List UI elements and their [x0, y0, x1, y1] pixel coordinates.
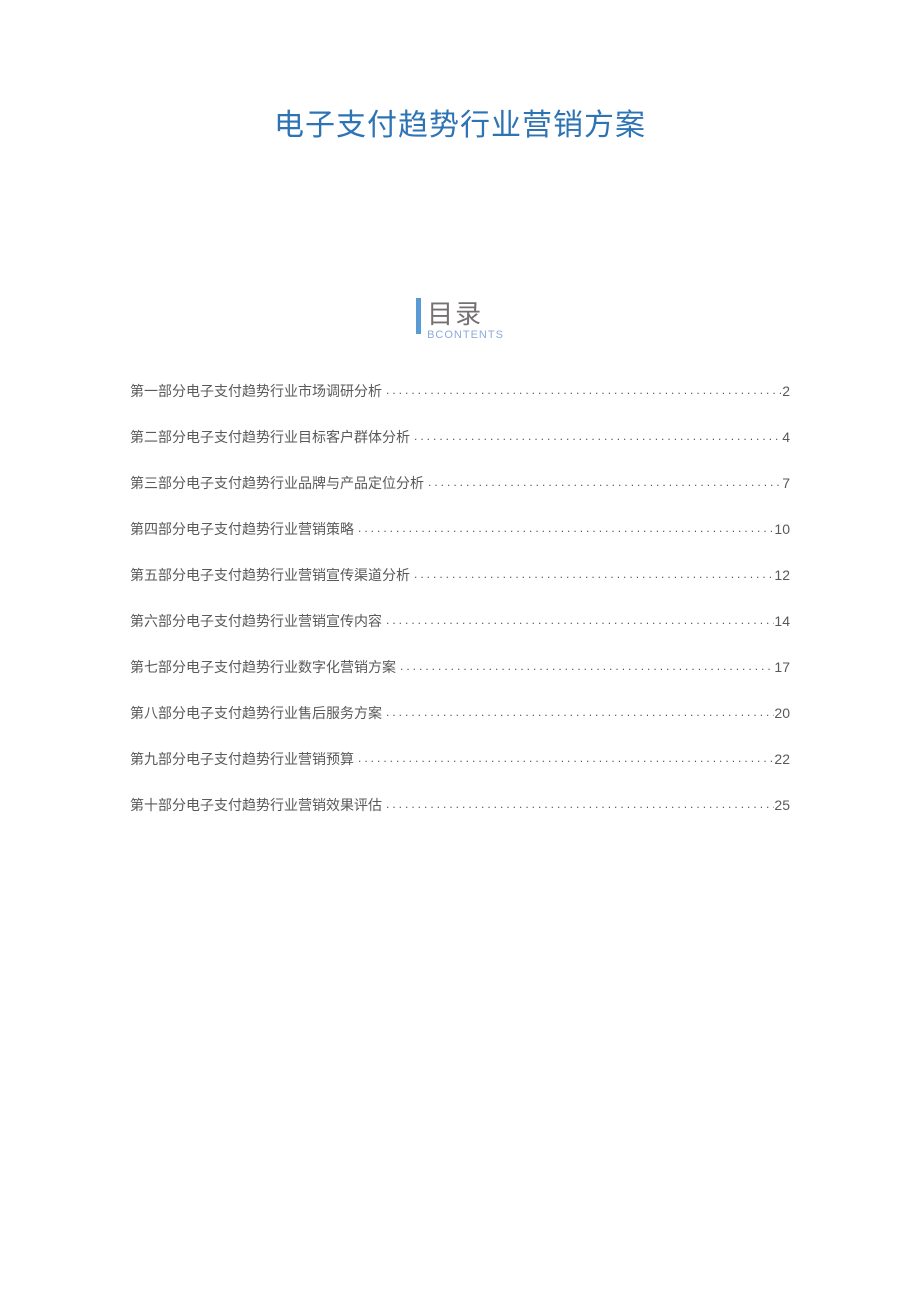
toc-item-text: 第八部分电子支付趋势行业售后服务方案: [130, 703, 382, 723]
document-title: 电子支付趋势行业营销方案: [130, 100, 790, 144]
toc-item[interactable]: 第八部分电子支付趋势行业售后服务方案 .....................…: [130, 703, 790, 723]
toc-sublabel: BCONTENTS: [427, 329, 504, 341]
toc-item[interactable]: 第四部分电子支付趋势行业营销策略 .......................…: [130, 519, 790, 539]
toc-header-inner: 目录 BCONTENTS: [416, 294, 504, 341]
toc-item-text: 第三部分电子支付趋势行业品牌与产品定位分析: [130, 473, 424, 493]
toc-list: 第一部分电子支付趋势行业市场调研分析 .....................…: [130, 381, 790, 815]
toc-item[interactable]: 第二部分电子支付趋势行业目标客户群体分析 ...................…: [130, 427, 790, 447]
toc-item-leader: ........................................…: [382, 613, 774, 627]
toc-accent-bar: [416, 298, 421, 334]
toc-item[interactable]: 第九部分电子支付趋势行业营销预算 .......................…: [130, 749, 790, 769]
toc-item-text: 第一部分电子支付趋势行业市场调研分析: [130, 381, 382, 401]
toc-item-leader: ........................................…: [354, 521, 774, 535]
toc-item-page: 2: [782, 383, 790, 399]
toc-item-leader: ........................................…: [424, 475, 782, 489]
toc-item-text: 第六部分电子支付趋势行业营销宣传内容: [130, 611, 382, 631]
toc-label-wrap: 目录 BCONTENTS: [427, 294, 504, 341]
toc-item-text: 第二部分电子支付趋势行业目标客户群体分析: [130, 427, 410, 447]
toc-item-page: 10: [774, 521, 790, 537]
toc-item[interactable]: 第三部分电子支付趋势行业品牌与产品定位分析 ..................…: [130, 473, 790, 493]
toc-label: 目录: [427, 294, 483, 331]
toc-item-leader: ........................................…: [382, 383, 782, 397]
toc-item-page: 22: [774, 751, 790, 767]
toc-item-leader: ........................................…: [410, 567, 774, 581]
toc-item-leader: ........................................…: [382, 797, 774, 811]
toc-item[interactable]: 第十部分电子支付趋势行业营销效果评估 .....................…: [130, 795, 790, 815]
toc-item-leader: ........................................…: [382, 705, 774, 719]
toc-item-text: 第十部分电子支付趋势行业营销效果评估: [130, 795, 382, 815]
toc-item-leader: ........................................…: [354, 751, 774, 765]
toc-item-page: 20: [774, 705, 790, 721]
toc-item-leader: ........................................…: [396, 659, 774, 673]
toc-item[interactable]: 第六部分电子支付趋势行业营销宣传内容 .....................…: [130, 611, 790, 631]
toc-item-page: 12: [774, 567, 790, 583]
toc-item-text: 第四部分电子支付趋势行业营销策略: [130, 519, 354, 539]
toc-item-page: 17: [774, 659, 790, 675]
toc-item-text: 第七部分电子支付趋势行业数字化营销方案: [130, 657, 396, 677]
toc-item[interactable]: 第五部分电子支付趋势行业营销宣传渠道分析 ...................…: [130, 565, 790, 585]
toc-item-text: 第五部分电子支付趋势行业营销宣传渠道分析: [130, 565, 410, 585]
toc-item-page: 4: [782, 429, 790, 445]
toc-item[interactable]: 第七部分电子支付趋势行业数字化营销方案 ....................…: [130, 657, 790, 677]
toc-item-leader: ........................................…: [410, 429, 782, 443]
toc-item-text: 第九部分电子支付趋势行业营销预算: [130, 749, 354, 769]
toc-item-page: 25: [774, 797, 790, 813]
toc-header: 目录 BCONTENTS: [130, 294, 790, 341]
toc-item[interactable]: 第一部分电子支付趋势行业市场调研分析 .....................…: [130, 381, 790, 401]
toc-item-page: 7: [782, 475, 790, 491]
toc-item-page: 14: [774, 613, 790, 629]
